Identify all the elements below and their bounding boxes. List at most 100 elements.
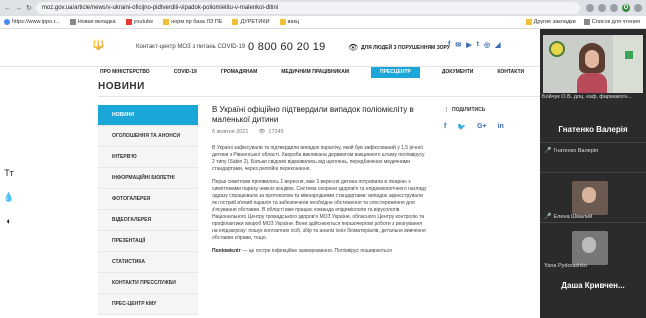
- forward-icon[interactable]: →: [15, 5, 22, 12]
- participant-name: Елена Шмалий: [553, 213, 593, 220]
- facebook-icon[interactable]: f: [448, 41, 450, 49]
- menu-item-ministry[interactable]: ПРО МІНІСТЕРСТВО: [98, 67, 152, 78]
- bookmark-item[interactable]: ДУРЕТИКИ: [232, 19, 270, 25]
- folder-icon: [279, 19, 286, 25]
- sidenav-item-photo[interactable]: ФОТОГАЛЕРЕЯ: [98, 189, 198, 210]
- reading-list-icon: [583, 19, 590, 25]
- folder-icon: [525, 19, 532, 25]
- share-label: ПОДІЛИТИСЬ: [452, 107, 486, 113]
- menu-item-contacts[interactable]: КОНТАКТИ: [495, 67, 526, 78]
- sidenav-item-video[interactable]: ВІДЕОГАЛЕРЕЯ: [98, 210, 198, 231]
- twitter-icon[interactable]: 🐦: [457, 123, 466, 131]
- article-title: В Україні офіційно підтвердили випадок п…: [212, 105, 414, 124]
- bookmark-item[interactable]: Список для чтения: [583, 19, 640, 25]
- eye-icon: 👁: [258, 129, 266, 135]
- sidenav-item-press-contacts[interactable]: КОНТАКТИ ПРЕССЛУЖБИ: [98, 273, 198, 294]
- extension-icon[interactable]: [610, 4, 618, 12]
- participant-tile[interactable]: Yana Pydorashko: [540, 222, 646, 272]
- active-speaker-name: Гнатенко Валерія: [558, 125, 628, 134]
- screen: ← → ↻ moz.gov.ua/article/news/v-ukraini-…: [0, 0, 646, 318]
- contact-center-label: Контакт-центр МОЗ з питань COVID-19: [136, 44, 246, 50]
- menu-item-medics[interactable]: МЕДИЧНИМ ПРАЦІВНИКАМ: [279, 67, 351, 78]
- sidenav-item-presentations[interactable]: ПРЕЗЕНТАЦІЇ: [98, 231, 198, 252]
- profile-avatar[interactable]: O: [622, 4, 630, 12]
- bookmarks-bar: https://www.ippo.r... Новая вкладка yout…: [0, 16, 646, 29]
- presenter-video[interactable]: [543, 35, 643, 93]
- facebook-icon[interactable]: f: [444, 123, 446, 131]
- hotline-phone[interactable]: 0 800 60 20 19: [248, 41, 326, 53]
- participant-tile[interactable]: 🎤 Елена Шмалий: [540, 172, 646, 222]
- globe-icon: [4, 19, 10, 25]
- bookmark-item[interactable]: Новая вкладка: [69, 19, 116, 25]
- browser-toolbar: ← → ↻ moz.gov.ua/article/news/v-ukraini-…: [0, 0, 646, 16]
- views-counter: 👁 17249: [258, 129, 284, 135]
- color-drop-icon[interactable]: 💧: [0, 188, 18, 206]
- article-paragraph: В Україні зафіксували та підтвердили вип…: [212, 145, 425, 172]
- sidenav-item-bulletins[interactable]: ІНФОРМАЦІЙНІ БЮЛЕТНІ: [98, 168, 198, 189]
- accessibility-link[interactable]: ДЛЯ ЛЮДЕЙ З ПОРУШЕННЯМ ЗОРУ: [361, 45, 450, 51]
- font-size-icon[interactable]: Tт: [0, 164, 18, 182]
- bookmark-item[interactable]: Другие закладки: [525, 19, 576, 25]
- bookmark-item[interactable]: https://www.ippo.r...: [4, 19, 60, 25]
- menu-item-press-center[interactable]: ПРЕСЦЕНТР: [370, 66, 420, 78]
- address-bar[interactable]: moz.gov.ua/article/news/v-ukraini-oficij…: [35, 2, 580, 14]
- extension-icon[interactable]: [586, 4, 594, 12]
- article: В Україні офіційно підтвердили випадок п…: [212, 105, 427, 255]
- presenter-avatar: [577, 43, 607, 93]
- participant-name: Гнатенко Валерія: [553, 147, 598, 154]
- instagram-icon[interactable]: ◎: [484, 41, 490, 49]
- bookmark-item[interactable]: вакц: [279, 19, 299, 25]
- sign-icon: [625, 51, 633, 59]
- accessibility-tools: Tт 💧 ◐: [0, 164, 18, 236]
- article-date: 6 жовтня 2021: [212, 129, 249, 135]
- video-call-panel: Бойчук О.Б. доц. каф. фармакогн... Гнате…: [540, 29, 646, 318]
- menu-icon[interactable]: [634, 4, 642, 12]
- contrast-icon[interactable]: ◐: [0, 212, 18, 230]
- page-icon: [69, 19, 76, 25]
- section-nav: НОВИНИ ОГОЛОШЕННЯ ТА АНОНСИ ІНТЕРВ'Ю ІНФ…: [98, 105, 198, 315]
- reload-icon[interactable]: ↻: [26, 4, 32, 12]
- extension-icon[interactable]: [598, 4, 606, 12]
- mic-muted-icon: 🎤: [544, 148, 552, 154]
- participant-tile[interactable]: 🎤 Гнатенко Валерія: [540, 142, 646, 172]
- presenter-name: Бойчук О.Б. доц. каф. фармакогн...: [542, 94, 633, 100]
- twitter-icon[interactable]: t: [477, 41, 479, 49]
- menu-item-citizens[interactable]: ГРОМАДЯНАМ: [219, 67, 260, 78]
- linkedin-icon[interactable]: in: [498, 123, 504, 131]
- bookmark-item[interactable]: youtube: [125, 19, 153, 25]
- google-plus-icon[interactable]: G+: [477, 123, 487, 131]
- sidenav-item-statistics[interactable]: СТАТИСТИКА: [98, 252, 198, 273]
- telegram-icon[interactable]: ◢: [495, 41, 500, 49]
- folder-icon: [163, 19, 170, 25]
- article-paragraph: Перші симптоми проявились 1 вересня, вже…: [212, 179, 427, 241]
- bookmark-item[interactable]: норм пр база ЛЗ ПЕ: [163, 19, 222, 25]
- participant-name-large: Даша Кривчен...: [561, 281, 625, 290]
- participant-avatar: [572, 181, 608, 215]
- participant-name: Yana Pydorashko: [544, 263, 588, 269]
- mail-icon[interactable]: ✉: [455, 41, 461, 49]
- sidenav-item-interviews[interactable]: ІНТЕРВ'Ю: [98, 147, 198, 168]
- menu-item-covid[interactable]: COVID-19: [172, 67, 199, 78]
- main-menu: ПРО МІНІСТЕРСТВО COVID-19 ГРОМАДЯНАМ МЕД…: [0, 66, 540, 78]
- back-icon[interactable]: ←: [4, 5, 11, 12]
- mic-muted-icon: 🎤: [544, 214, 552, 220]
- folder-icon: [232, 19, 239, 25]
- divider: [98, 96, 540, 97]
- sidenav-item-kmu-press[interactable]: ПРЕС-ЦЕНТР КМУ: [98, 294, 198, 315]
- eye-icon[interactable]: 👁: [348, 43, 358, 52]
- sidenav-item-announcements[interactable]: ОГОЛОШЕННЯ ТА АНОНСИ: [98, 126, 198, 147]
- sidenav-item-news[interactable]: НОВИНИ: [98, 105, 198, 126]
- youtube-icon: [125, 19, 132, 25]
- share-icon: ⋮: [444, 107, 449, 113]
- emblem-icon: [549, 41, 565, 57]
- website: 🔱 Контакт-центр МОЗ з питань COVID-19 0 …: [0, 29, 540, 318]
- article-meta: 6 жовтня 2021 👁 17249: [212, 129, 427, 135]
- trident-logo-icon[interactable]: 🔱: [92, 40, 104, 51]
- youtube-icon[interactable]: ▶: [466, 41, 471, 49]
- page-title: НОВИНИ: [98, 81, 145, 92]
- share-block: ⋮ ПОДІЛИТИСЬ f 🐦 G+ in: [444, 107, 504, 131]
- menu-item-documents[interactable]: ДОКУМЕНТИ: [440, 67, 476, 78]
- article-paragraph: Поліомієліт — це гострe інфекційне захво…: [212, 248, 392, 254]
- social-links: f ✉ ▶ t ◎ ◢: [448, 41, 500, 49]
- participant-avatar: [572, 231, 608, 265]
